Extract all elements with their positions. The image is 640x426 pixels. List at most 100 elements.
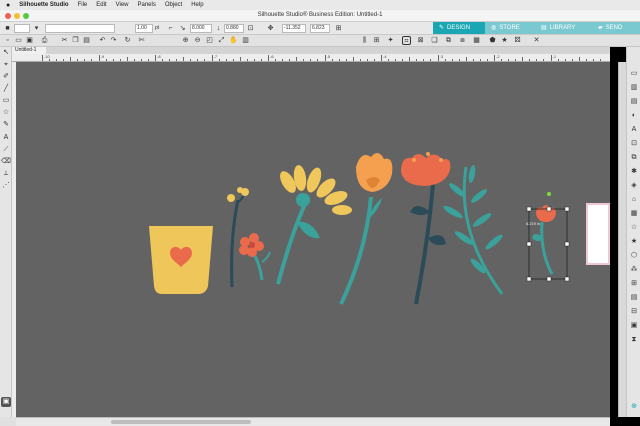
- zoom-in-button-icon[interactable]: ⊕: [629, 402, 639, 412]
- pencil-tool-icon[interactable]: ✐: [1, 72, 11, 82]
- position-x-input[interactable]: 8.000: [190, 24, 212, 33]
- chevron-down-icon[interactable]: ▾: [32, 24, 41, 33]
- horizontal-scrollbar[interactable]: [16, 417, 610, 426]
- corner-icon[interactable]: ⌐: [166, 24, 175, 33]
- menu-edit[interactable]: Edit: [96, 2, 106, 8]
- zoom-box-icon[interactable]: ◰: [205, 36, 214, 45]
- horizontal-scroll-thumb[interactable]: [111, 420, 251, 424]
- redraw-icon[interactable]: ↻: [123, 36, 132, 45]
- grid-icon[interactable]: ⊞: [629, 279, 639, 289]
- design-canvas[interactable]: [16, 62, 610, 417]
- menu-help[interactable]: Help: [191, 2, 203, 8]
- zoom-in-icon[interactable]: ⊕: [181, 36, 190, 45]
- knife-tool-icon[interactable]: ⟋: [1, 145, 11, 155]
- polygon-tool-icon[interactable]: ☆: [1, 108, 11, 118]
- zoom-fit-icon[interactable]: ⤢: [217, 36, 226, 45]
- tab-send[interactable]: ▰ SEND: [592, 22, 640, 34]
- menu-panels[interactable]: Panels: [138, 2, 156, 8]
- lock-icon[interactable]: ⊡: [246, 24, 255, 33]
- replicate-panel-icon[interactable]: ⧉: [629, 153, 639, 163]
- red-poppy[interactable]: [401, 152, 451, 305]
- rhinestone-icon[interactable]: ⁂: [629, 265, 639, 275]
- center-icon[interactable]: ✦: [386, 36, 395, 45]
- distribute-icon[interactable]: ⊞: [372, 36, 381, 45]
- text-style-icon[interactable]: A: [629, 125, 639, 135]
- zoom-page-icon[interactable]: ▥: [241, 36, 250, 45]
- undo-icon[interactable]: ↶: [98, 36, 107, 45]
- layers-icon[interactable]: ▦: [629, 209, 639, 219]
- transform-icon[interactable]: ⊡: [629, 139, 639, 149]
- weld-icon[interactable]: ▦: [472, 36, 481, 45]
- design-store-icon[interactable]: ▣: [629, 321, 639, 331]
- ungroup-icon[interactable]: ⊠: [416, 36, 425, 45]
- app-menu[interactable]: Silhouette Studio: [19, 2, 68, 8]
- aspect-lock-icon[interactable]: ⊞: [334, 24, 343, 33]
- selected-flower[interactable]: [532, 205, 556, 275]
- save-icon[interactable]: ▣: [25, 36, 34, 45]
- copy-icon[interactable]: ❐: [71, 36, 80, 45]
- eraser-tool-icon[interactable]: ⌫: [1, 157, 11, 167]
- open-icon[interactable]: ▭: [14, 36, 23, 45]
- cut-icon[interactable]: ✂: [60, 36, 69, 45]
- release-compound-icon[interactable]: ⧈: [458, 36, 467, 45]
- point-edit-tool-icon[interactable]: ⌖: [1, 60, 11, 70]
- fill-color-icon[interactable]: ■: [3, 24, 12, 33]
- tab-design[interactable]: ✎ DESIGN: [433, 22, 485, 34]
- eyedropper-tool-icon[interactable]: ⟂: [1, 169, 11, 179]
- library-folder-icon[interactable]: ▣: [1, 397, 11, 407]
- new-document-icon[interactable]: ▫: [3, 36, 12, 45]
- sketch-icon[interactable]: ☆: [629, 223, 639, 233]
- line-style-select[interactable]: [14, 24, 30, 33]
- menu-file[interactable]: File: [78, 2, 88, 8]
- delete-icon[interactable]: ✕: [532, 36, 541, 45]
- rotate-handle[interactable]: [547, 192, 551, 196]
- menu-view[interactable]: View: [116, 2, 129, 8]
- orange-tulip[interactable]: [339, 152, 393, 305]
- draw-tool-icon[interactable]: ✎: [1, 120, 11, 130]
- apple-menu-icon[interactable]: ●: [6, 2, 10, 9]
- gradient-icon[interactable]: ◐: [629, 111, 639, 121]
- tab-library[interactable]: ▤ LIBRARY: [535, 22, 592, 34]
- height-input[interactable]: 6.823: [310, 24, 330, 33]
- paint-tool-icon[interactable]: ⋰: [1, 181, 11, 191]
- small-red-flower[interactable]: [239, 233, 271, 281]
- width-input[interactable]: -11.352: [282, 24, 306, 33]
- redo-icon[interactable]: ↷: [109, 36, 118, 45]
- offset-icon[interactable]: ◈: [629, 181, 639, 191]
- align-icon[interactable]: ⫼: [360, 36, 369, 45]
- yellow-daisy[interactable]: [276, 164, 352, 285]
- duplicate-icon[interactable]: ❏: [430, 36, 439, 45]
- text-tool-icon[interactable]: A: [1, 133, 11, 143]
- library-panel-icon[interactable]: ▤: [629, 293, 639, 303]
- nesting-icon[interactable]: ★: [629, 237, 639, 247]
- compound-path-icon[interactable]: ⧉: [444, 36, 453, 45]
- shape-icon[interactable]: ⬟: [488, 36, 497, 45]
- page-setup-icon[interactable]: ▭: [629, 69, 639, 79]
- print-icon[interactable]: ⎙: [40, 36, 49, 45]
- menu-object[interactable]: Object: [165, 2, 182, 8]
- print-cut-icon[interactable]: ⊟: [629, 307, 639, 317]
- flower-pot[interactable]: [149, 226, 213, 294]
- emboss-icon[interactable]: ⬡: [629, 251, 639, 261]
- rectangle-tool-icon[interactable]: ▭: [1, 96, 11, 106]
- line-tool-icon[interactable]: ╱: [1, 84, 11, 94]
- trace-icon[interactable]: ⌂: [629, 195, 639, 205]
- select-tool-icon[interactable]: ↖: [1, 48, 11, 58]
- history-icon[interactable]: ⧗: [629, 335, 639, 345]
- fill-panel-icon[interactable]: ▥: [629, 83, 639, 93]
- pan-hand-icon[interactable]: ✋: [229, 36, 238, 45]
- vertical-scrollbar[interactable]: [618, 62, 626, 417]
- modify-icon[interactable]: ✱: [629, 167, 639, 177]
- line-width-input[interactable]: 1.00: [135, 24, 153, 33]
- line-type-select[interactable]: [45, 24, 115, 33]
- document-tab[interactable]: Untitled-1: [12, 47, 46, 54]
- group-selection-icon[interactable]: ⌗: [402, 36, 411, 45]
- paste-icon[interactable]: ▤: [82, 36, 91, 45]
- bud-flower[interactable]: [227, 187, 249, 288]
- tab-store[interactable]: ◍ STORE: [485, 22, 535, 34]
- move-icon[interactable]: ✥: [266, 24, 275, 33]
- replicate-icon[interactable]: ⚄: [513, 36, 522, 45]
- zoom-out-icon[interactable]: ⊖: [193, 36, 202, 45]
- position-y-input[interactable]: 0.880: [224, 24, 244, 33]
- line-color-icon[interactable]: ▤: [629, 97, 639, 107]
